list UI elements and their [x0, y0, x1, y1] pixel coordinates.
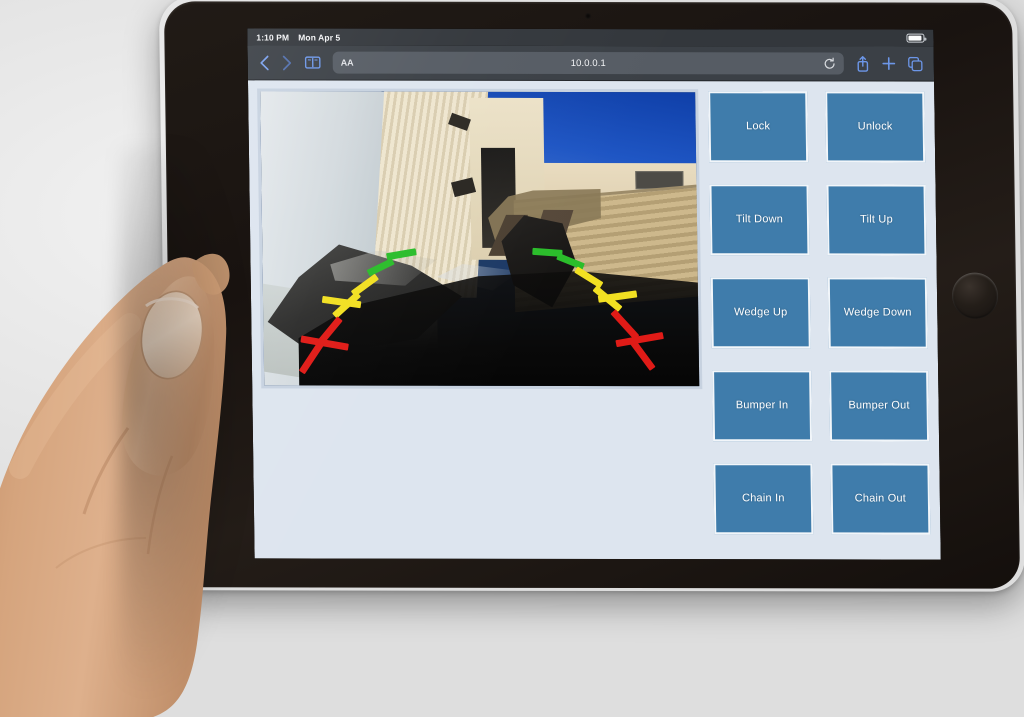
battery-icon	[906, 33, 925, 43]
reload-icon[interactable]	[824, 57, 836, 70]
ios-status-bar: 1:10 PM Mon Apr 5	[247, 28, 934, 47]
backup-guide-overlay	[260, 91, 699, 386]
guide-segment-mid-right	[574, 266, 604, 289]
control-button-lock[interactable]: Lock	[708, 91, 809, 163]
control-button-unlock[interactable]: Unlock	[825, 91, 926, 163]
status-time: 1:10 PM	[256, 31, 290, 43]
control-button-chain-in[interactable]: Chain In	[713, 463, 814, 535]
url-text: 10.0.0.1	[570, 57, 606, 69]
tablet-screen: 1:10 PM Mon Apr 5 AA 10.0.0.1 Lock Unloc…	[247, 28, 941, 560]
safari-toolbar: AA 10.0.0.1	[247, 45, 935, 82]
screenshot-stage: 1:10 PM Mon Apr 5 AA 10.0.0.1 Lock Unloc…	[0, 0, 1024, 717]
tablet-bezel: 1:10 PM Mon Apr 5 AA 10.0.0.1 Lock Unloc…	[163, 1, 1021, 589]
status-date: Mon Apr 5	[298, 32, 341, 43]
tabs-icon[interactable]	[908, 56, 923, 71]
web-page-body: Lock Unlock Tilt Down Tilt Up Wedge Up Wedge …	[247, 80, 941, 560]
control-button-chain-out[interactable]: Chain Out	[830, 463, 931, 535]
page-settings-button[interactable]: AA	[341, 58, 354, 68]
url-bar[interactable]: AA 10.0.0.1	[332, 51, 844, 75]
control-button-wedge-down[interactable]: Wedge Down	[827, 277, 928, 349]
guide-segment-near-left	[299, 341, 325, 375]
tablet-device: 1:10 PM Mon Apr 5 AA 10.0.0.1 Lock Unloc…	[163, 1, 1021, 589]
control-button-bumper-out[interactable]: Bumper Out	[829, 370, 930, 442]
guide-segment-near-right	[610, 309, 639, 341]
chevron-right-icon[interactable]	[282, 54, 293, 71]
control-button-tilt-up[interactable]: Tilt Up	[826, 184, 927, 256]
plus-icon[interactable]	[882, 57, 896, 71]
control-button-tilt-down[interactable]: Tilt Down	[709, 184, 810, 256]
guide-segment-far-left	[366, 257, 396, 277]
control-button-grid: Lock Unlock Tilt Down Tilt Up Wedge Up Wedge …	[708, 89, 931, 559]
book-icon[interactable]	[304, 56, 321, 70]
home-button[interactable]	[951, 272, 999, 319]
control-button-wedge-up[interactable]: Wedge Up	[710, 277, 811, 349]
front-camera-icon	[585, 13, 592, 20]
backup-camera-panel	[257, 88, 703, 390]
backup-camera-feed[interactable]	[260, 91, 700, 387]
control-button-bumper-in[interactable]: Bumper In	[712, 370, 813, 442]
share-icon[interactable]	[856, 55, 870, 72]
chevron-left-icon[interactable]	[259, 54, 270, 71]
